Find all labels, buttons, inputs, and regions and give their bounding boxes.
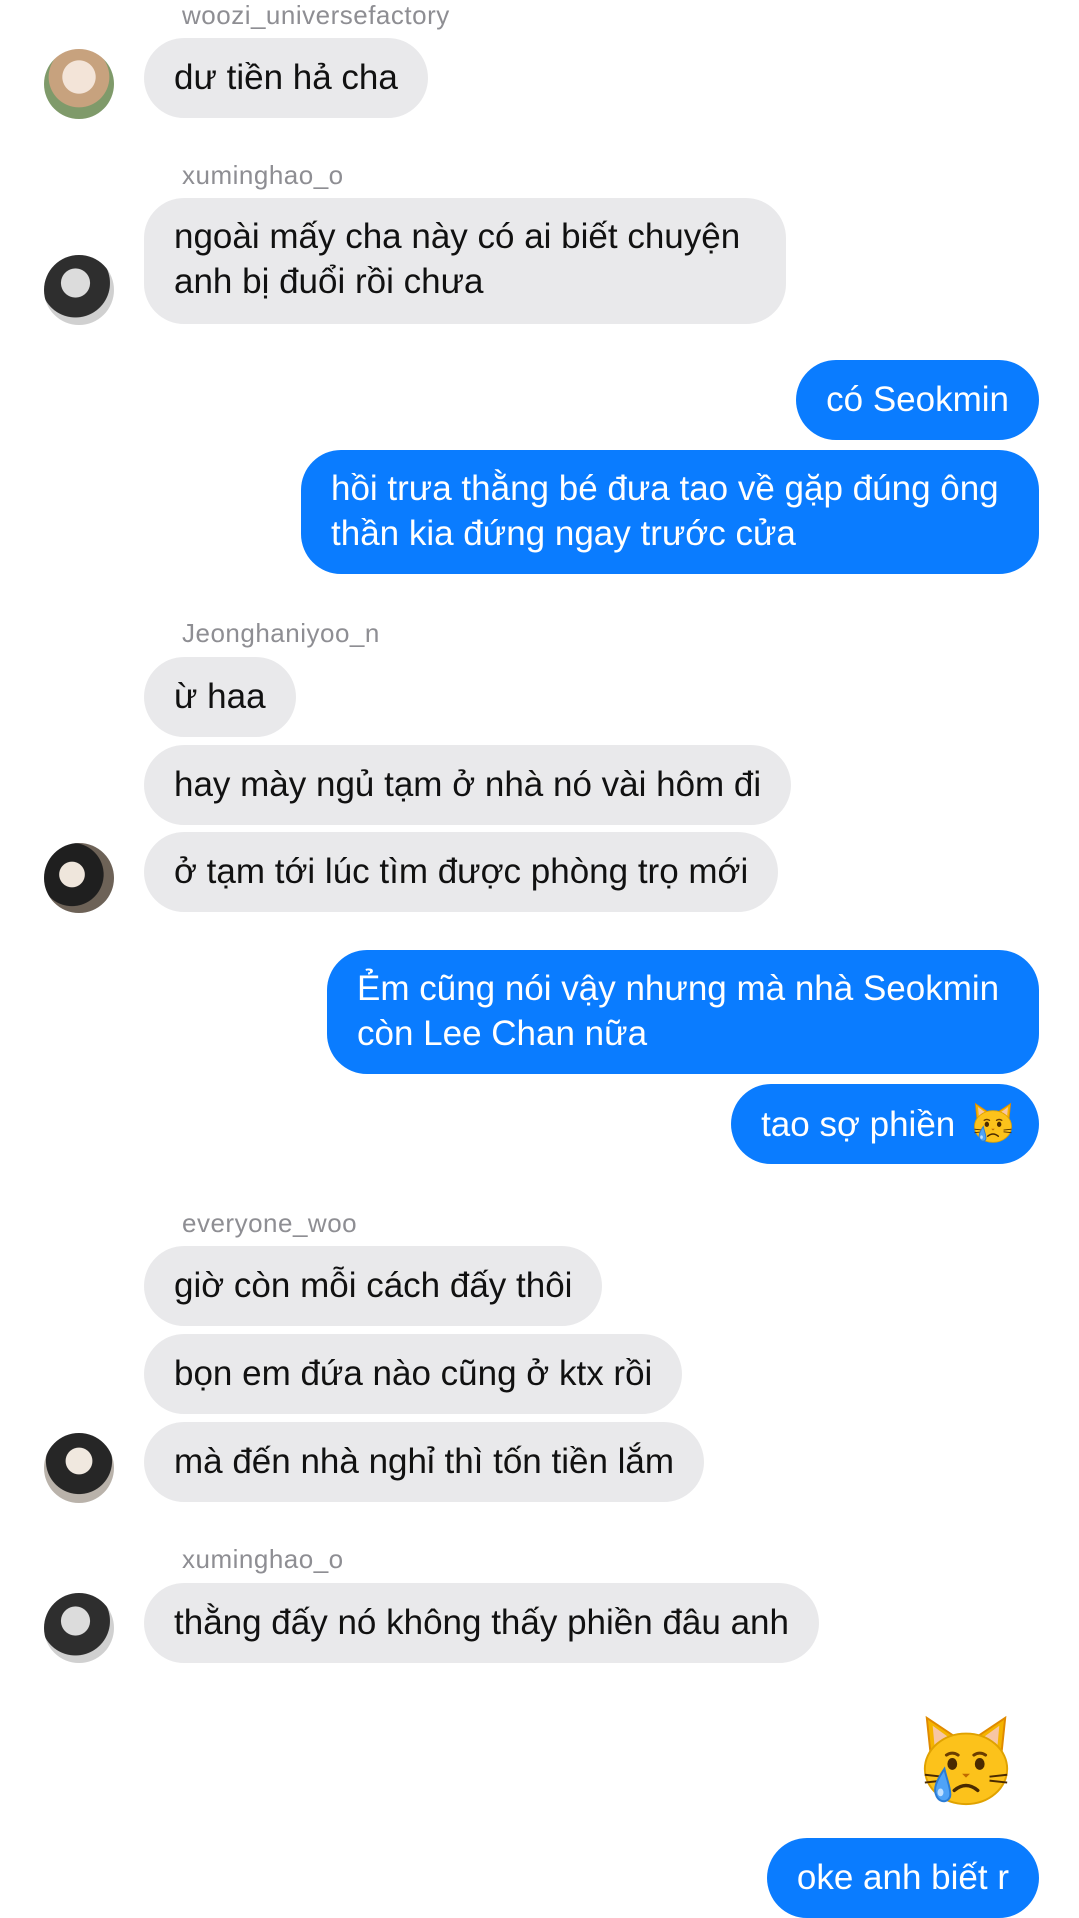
incoming-message[interactable]: dư tiền hả cha <box>144 38 428 118</box>
outgoing-message[interactable]: hồi trưa thằng bé đưa tao về gặp đúng ôn… <box>301 450 1039 574</box>
outgoing-message[interactable]: tao sợ phiền <box>731 1084 1039 1164</box>
sender-name: xuminghao_o <box>182 1544 344 1574</box>
message-text: tao sợ phiền <box>761 1105 956 1144</box>
incoming-message[interactable]: bọn em đứa nào cũng ở ktx rồi <box>144 1334 683 1414</box>
incoming-message[interactable]: hay mày ngủ tạm ở nhà nó vài hôm đi <box>144 745 792 825</box>
sender-name: everyone_woo <box>182 1208 358 1238</box>
avatar-xuminghao[interactable] <box>44 255 114 325</box>
sender-name: woozi_universefactory <box>182 0 450 30</box>
avatar-woozi[interactable] <box>44 49 114 119</box>
avatar-everyone-woo[interactable] <box>44 1433 114 1503</box>
outgoing-message[interactable]: Ẻm cũng nói vậy nhưng mà nhà Seokmin còn… <box>327 950 1039 1074</box>
sender-name: Jeonghaniyoo_n <box>182 618 380 648</box>
incoming-message[interactable]: thằng đấy nó không thấy phiền đâu anh <box>144 1583 819 1663</box>
incoming-message[interactable]: ừ haa <box>144 657 296 737</box>
sender-name: xuminghao_o <box>182 160 344 190</box>
crying-cat-icon <box>971 1101 1015 1145</box>
crying-cat-emoji-message[interactable] <box>917 1712 1015 1810</box>
outgoing-message[interactable]: oke anh biết r <box>766 1838 1039 1918</box>
incoming-message[interactable]: ngoài mấy cha này có ai biết chuyện anh … <box>144 198 786 324</box>
avatar-jeonghan[interactable] <box>44 843 114 913</box>
incoming-message[interactable]: giờ còn mỗi cách đấy thôi <box>144 1246 603 1326</box>
outgoing-message[interactable]: có Seokmin <box>796 360 1039 440</box>
avatar-xuminghao[interactable] <box>44 1593 114 1663</box>
incoming-message[interactable]: ở tạm tới lúc tìm được phòng trọ mới <box>144 832 779 912</box>
incoming-message[interactable]: mà đến nhà nghỉ thì tốn tiền lắm <box>144 1422 705 1502</box>
